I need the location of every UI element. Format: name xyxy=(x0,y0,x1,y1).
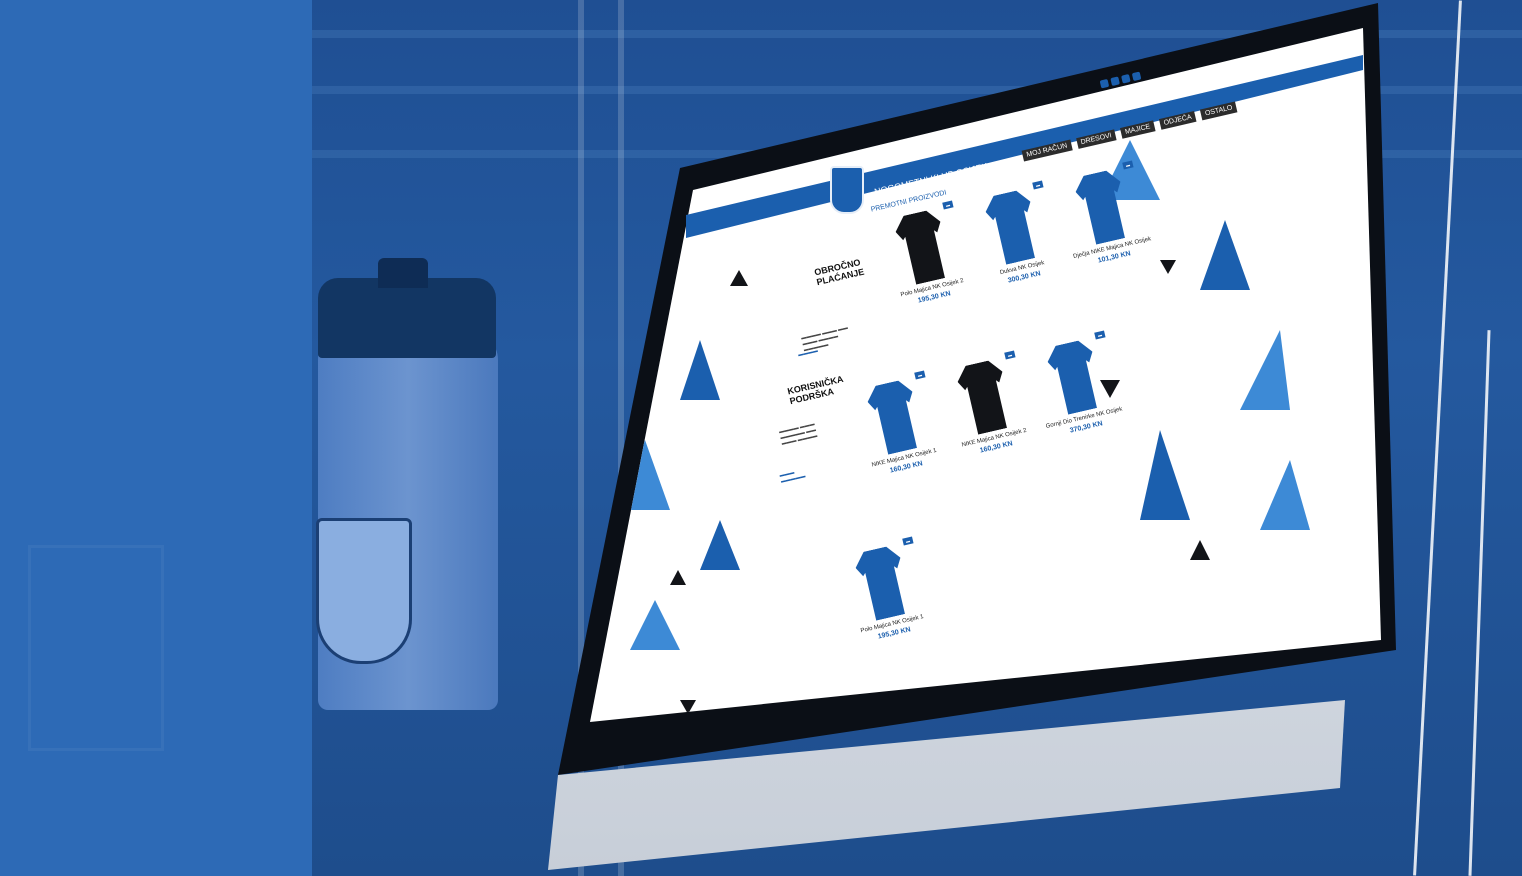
sale-badge: ▬ xyxy=(902,536,914,546)
sale-badge: ▬ xyxy=(1122,160,1134,170)
shirt-image[interactable] xyxy=(852,544,913,623)
sale-badge: ▬ xyxy=(1032,180,1044,190)
shirt-image[interactable] xyxy=(954,358,1015,437)
shirt-image[interactable] xyxy=(864,378,925,457)
faded-club-logo xyxy=(28,545,164,751)
shirt-image[interactable] xyxy=(1072,168,1133,247)
bottle-club-crest xyxy=(316,518,412,664)
water-bottle-nozzle xyxy=(378,258,428,288)
jacket-image[interactable] xyxy=(982,188,1043,267)
jacket-image[interactable] xyxy=(1044,338,1105,417)
sale-badge: ▬ xyxy=(942,200,954,210)
shirt-image[interactable] xyxy=(892,208,953,287)
club-crest-icon[interactable] xyxy=(830,166,864,214)
sale-badge: ▬ xyxy=(914,370,926,380)
computer-monitor: NOGOMETNI KLUB OSIJEK PREMOTNI PROIZVODI… xyxy=(540,0,1522,876)
sale-badge: ▬ xyxy=(1004,350,1016,360)
water-bottle-cap xyxy=(318,278,496,358)
sale-badge: ▬ xyxy=(1094,330,1106,340)
